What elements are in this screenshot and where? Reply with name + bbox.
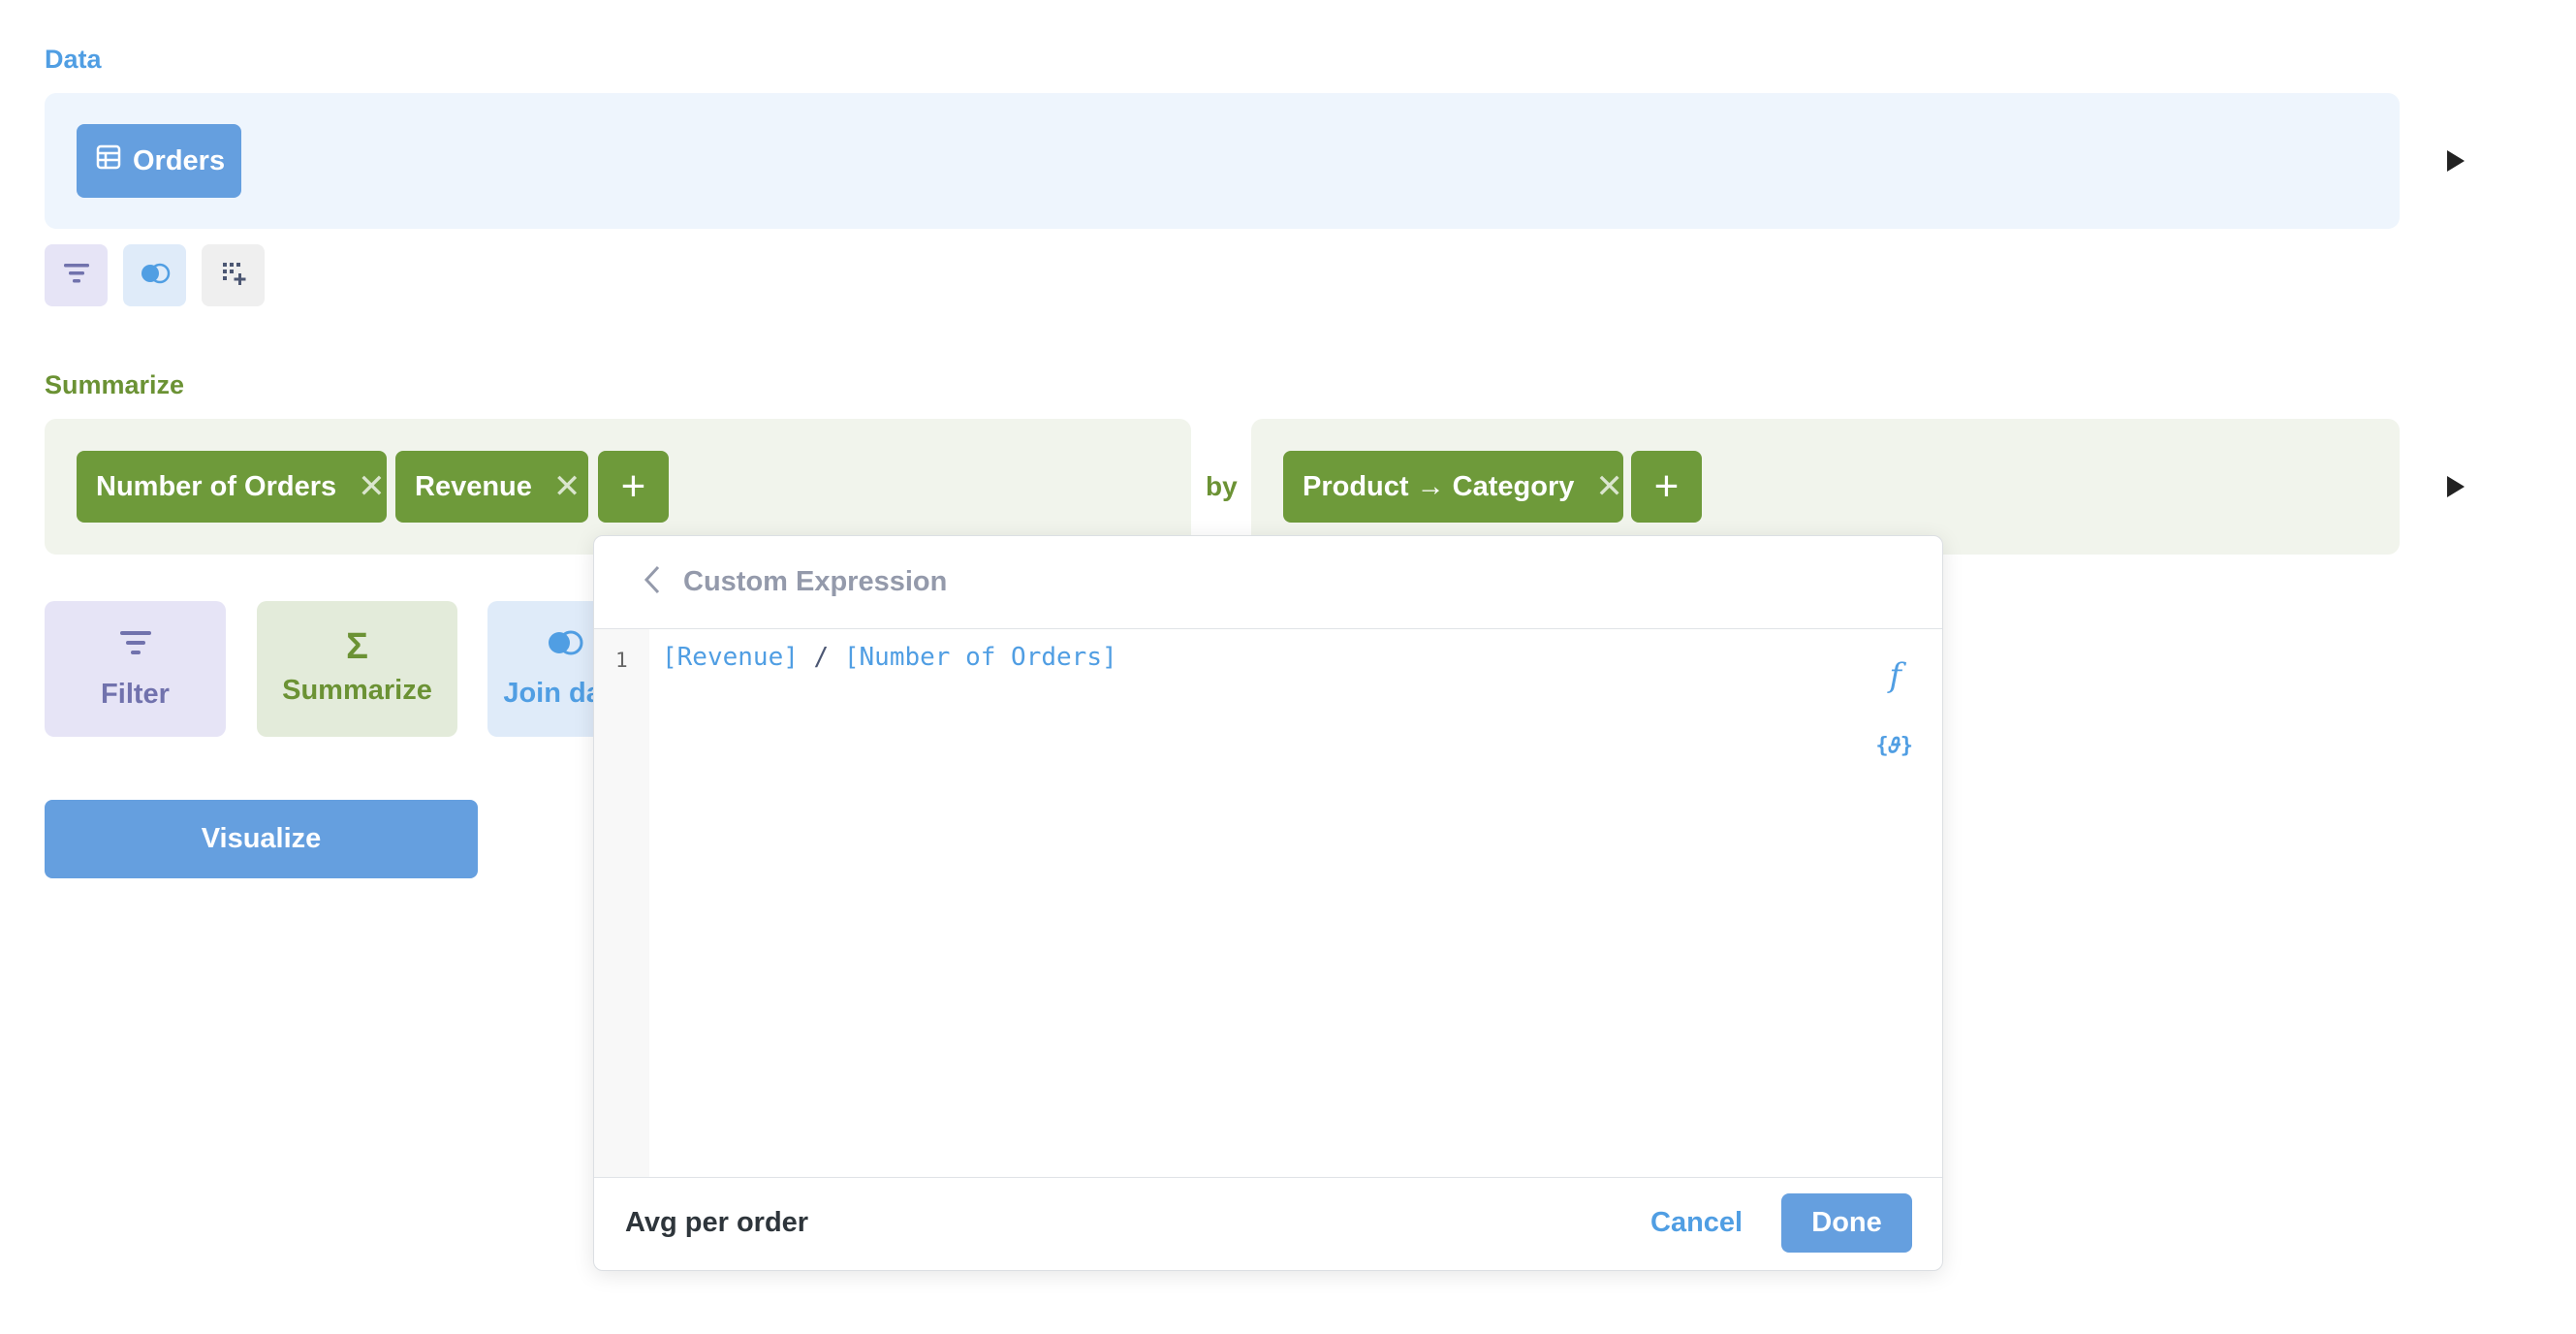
- custom-expression-popover: Custom Expression 1 [Revenue] / [Number …: [593, 535, 1943, 1271]
- data-section-label: Data: [45, 45, 102, 74]
- variable-icon[interactable]: {𝜗}: [1875, 734, 1913, 758]
- function-icon[interactable]: f: [1889, 656, 1901, 695]
- add-metric-button[interactable]: +: [598, 451, 669, 523]
- metric-label: Number of Orders: [96, 470, 337, 502]
- summarize-section-label: Summarize: [45, 370, 185, 399]
- done-button[interactable]: Done: [1781, 1193, 1912, 1253]
- popover-footer: Avg per order Cancel Done: [594, 1177, 1942, 1270]
- expression-editor[interactable]: 1 [Revenue] / [Number of Orders] f {𝜗}: [594, 629, 1942, 1177]
- code-operator: /: [798, 643, 844, 672]
- filter-icon: [118, 628, 153, 665]
- plus-icon: +: [1653, 462, 1680, 510]
- summarize-step-label: Summarize: [282, 674, 432, 706]
- custom-column-icon: [221, 261, 246, 291]
- table-icon: [96, 144, 121, 177]
- join-icon: [546, 629, 584, 664]
- summarize-step-button[interactable]: Σ Summarize: [257, 601, 457, 737]
- metric-pill-revenue[interactable]: Revenue ✕: [395, 451, 588, 523]
- popover-header: Custom Expression: [594, 536, 1942, 629]
- by-label: by: [1206, 471, 1238, 501]
- metric-pill-number-of-orders[interactable]: Number of Orders ✕: [77, 451, 387, 523]
- breakout-label: Product → Category: [1303, 470, 1575, 502]
- line-number: 1: [615, 649, 628, 672]
- metric-label: Revenue: [415, 470, 532, 502]
- filter-step-button[interactable]: Filter: [45, 601, 226, 737]
- breakout-pill-product-category[interactable]: Product → Category ✕: [1283, 451, 1623, 523]
- data-step-container: [45, 93, 2400, 229]
- expression-name-input[interactable]: Avg per order: [625, 1207, 808, 1239]
- code-token: [Revenue]: [662, 643, 799, 672]
- code-token: [Number of Orders]: [843, 643, 1117, 672]
- filter-step-label: Filter: [101, 678, 170, 710]
- data-source-orders-button[interactable]: Orders: [77, 124, 241, 198]
- close-icon[interactable]: ✕: [358, 470, 386, 503]
- expression-code[interactable]: [Revenue] / [Number of Orders]: [662, 643, 1117, 672]
- popover-title[interactable]: Custom Expression: [683, 566, 947, 598]
- add-custom-column-mini-button[interactable]: [202, 244, 265, 306]
- add-filter-mini-button[interactable]: [45, 244, 108, 306]
- cancel-button[interactable]: Cancel: [1650, 1207, 1743, 1239]
- preview-summarize-step-icon[interactable]: [2447, 476, 2465, 497]
- join-icon: [140, 263, 171, 289]
- add-join-mini-button[interactable]: [123, 244, 186, 306]
- plus-icon: +: [620, 462, 646, 510]
- chevron-left-icon[interactable]: [643, 564, 662, 600]
- add-breakout-button[interactable]: +: [1631, 451, 1702, 523]
- data-source-label: Orders: [133, 144, 226, 176]
- preview-data-step-icon[interactable]: [2447, 150, 2465, 172]
- close-icon[interactable]: ✕: [1595, 470, 1623, 503]
- filter-icon: [62, 261, 91, 291]
- visualize-button[interactable]: Visualize: [45, 800, 478, 878]
- close-icon[interactable]: ✕: [553, 470, 581, 503]
- sigma-icon: Σ: [346, 625, 368, 667]
- editor-gutter: 1: [594, 629, 649, 1177]
